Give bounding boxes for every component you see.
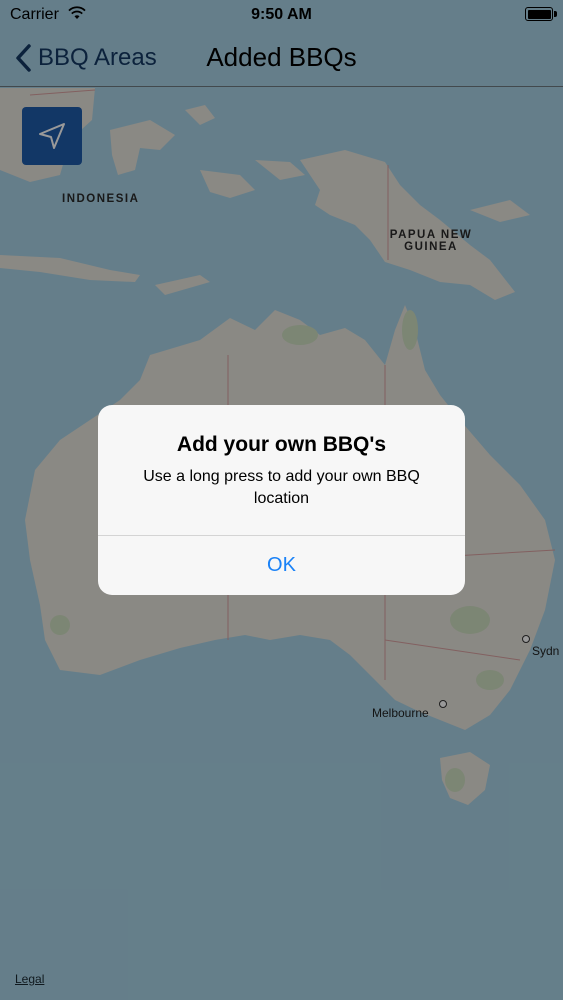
navigation-bar: BBQ Areas Added BBQs [0,30,563,87]
page-title: Added BBQs [206,42,357,72]
locate-me-button[interactable] [22,107,82,165]
location-arrow-icon [39,123,65,149]
status-bar: Carrier 9:50 AM [0,0,563,30]
alert-title: Add your own BBQ's [176,433,387,456]
city-label-melbourne: Melbourne [372,706,429,720]
legal-link[interactable]: Legal [15,972,44,986]
alert-dialog: Add your own BBQ's Use a long press to a… [98,405,465,595]
alert-message: Use a long press to add your own BBQ loc… [143,468,420,507]
clock: 9:50 AM [251,6,312,23]
alert-ok-button[interactable]: OK [98,536,465,595]
map-label-png-line1: PAPUA NEW [389,229,473,241]
map-label-png-line2: GUINEA [404,241,458,253]
city-marker-sydney [522,635,530,643]
city-label-sydney: Sydn [532,644,560,658]
battery-full-icon [525,7,557,21]
map-label-papua-new-guinea: PAPUA NEW GUINEA [383,229,479,253]
city-marker-melbourne [439,700,447,708]
map-label-indonesia: INDONESIA [62,193,140,205]
